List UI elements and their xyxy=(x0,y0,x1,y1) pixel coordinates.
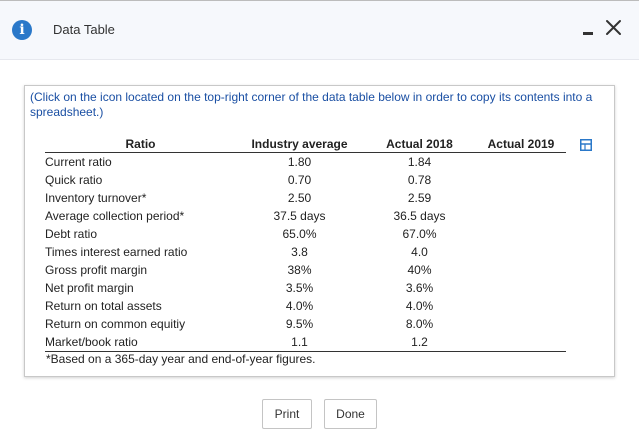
cell-actual-2019 xyxy=(476,189,566,207)
cell-ratio-name: Average collection period* xyxy=(45,209,185,223)
header-industry-average: Industry average xyxy=(236,136,363,153)
data-table-dialog: i Data Table (Click on the icon located … xyxy=(0,0,639,436)
cell-ratio-name: Times interest earned ratio xyxy=(45,245,188,259)
cell-industry-average: 1.1 xyxy=(236,333,363,352)
cell-industry-average: 3.8 xyxy=(291,245,308,259)
header-actual-2019: Actual 2019 xyxy=(476,136,566,153)
title-bar: i Data Table xyxy=(0,1,639,60)
window-title: Data Table xyxy=(53,22,115,37)
cell-actual-2019 xyxy=(476,243,566,261)
cell-actual-2019 xyxy=(476,333,566,352)
cell-industry-average: 4.0% xyxy=(285,299,314,313)
cell-industry-average: 38% xyxy=(287,263,312,277)
table-header-row: Ratio Industry average Actual 2018 Actua… xyxy=(45,136,566,153)
cell-actual-2019 xyxy=(476,261,566,279)
cell-industry-average: 37.5 days xyxy=(273,209,326,223)
table-row: Net profit margin 3.5% 3.6% xyxy=(45,279,566,297)
table-row: Quick ratio 0.70 0.78 xyxy=(45,171,566,189)
instructions-text: (Click on the icon located on the top-ri… xyxy=(30,90,593,119)
cell-ratio-name: Gross profit margin xyxy=(45,263,148,277)
table-row: Current ratio 1.80 1.84 xyxy=(45,153,566,172)
table-row: Return on common equitiy 9.5% 8.0% xyxy=(45,315,566,333)
table-row: Market/book ratio 1.1 1.2 xyxy=(45,333,566,352)
cell-actual-2018: 1.84 xyxy=(407,155,432,169)
cell-actual-2018: 67.0% xyxy=(402,227,437,241)
minimize-button[interactable] xyxy=(579,19,597,41)
cell-industry-average: 1.80 xyxy=(287,155,312,169)
cell-industry-average: 3.5% xyxy=(285,281,314,295)
cell-ratio-name: Return on common equitiy xyxy=(45,317,186,331)
table-footnote: *Based on a 365-day year and end-of-year… xyxy=(46,352,316,366)
cell-ratio-name: Current ratio xyxy=(45,155,112,169)
header-actual-2018: Actual 2018 xyxy=(363,136,476,153)
table-row: Inventory turnover* 2.50 2.59 xyxy=(45,189,566,207)
table-row: Return on total assets 4.0% 4.0% xyxy=(45,297,566,315)
table-row: Debt ratio 65.0% 67.0% xyxy=(45,225,566,243)
table-row: Gross profit margin 38% 40% xyxy=(45,261,566,279)
cell-actual-2018: 1.2 xyxy=(363,333,476,352)
cell-actual-2018: 36.5 days xyxy=(393,209,446,223)
cell-industry-average: 9.5% xyxy=(285,317,314,331)
cell-industry-average: 0.70 xyxy=(287,173,312,187)
cell-ratio-name: Return on total assets xyxy=(45,299,162,313)
copy-to-spreadsheet-icon[interactable] xyxy=(580,139,592,151)
header-ratio: Ratio xyxy=(45,136,236,153)
cell-ratio-name: Net profit margin xyxy=(45,281,134,295)
cell-ratio-name: Market/book ratio xyxy=(45,333,236,352)
cell-actual-2019 xyxy=(476,171,566,189)
cell-actual-2018: 2.59 xyxy=(407,191,432,205)
cell-actual-2019 xyxy=(476,297,566,315)
close-icon xyxy=(606,20,621,35)
cell-actual-2018: 0.78 xyxy=(407,173,432,187)
cell-actual-2019 xyxy=(476,153,566,172)
cell-actual-2019 xyxy=(476,207,566,225)
table-row: Times interest earned ratio 3.8 4.0 xyxy=(45,243,566,261)
table-row: Average collection period* 37.5 days 36.… xyxy=(45,207,566,225)
cell-actual-2019 xyxy=(476,279,566,297)
cell-industry-average: 65.0% xyxy=(282,227,317,241)
info-icon: i xyxy=(12,20,32,40)
minimize-icon xyxy=(583,32,593,35)
cell-actual-2018: 4.0 xyxy=(411,245,428,259)
cell-ratio-name: Debt ratio xyxy=(45,227,98,241)
print-button[interactable]: Print xyxy=(262,399,312,429)
cell-actual-2018: 40% xyxy=(407,263,432,277)
cell-actual-2019 xyxy=(476,225,566,243)
ratio-data-table: Ratio Industry average Actual 2018 Actua… xyxy=(45,136,566,352)
cell-ratio-name: Quick ratio xyxy=(45,173,103,187)
cell-actual-2018: 8.0% xyxy=(405,317,434,331)
close-button[interactable] xyxy=(603,15,625,41)
data-table-panel: (Click on the icon located on the top-ri… xyxy=(24,85,615,377)
cell-actual-2018: 3.6% xyxy=(405,281,434,295)
cell-ratio-name: Inventory turnover* xyxy=(45,191,147,205)
cell-industry-average: 2.50 xyxy=(287,191,312,205)
cell-actual-2018: 4.0% xyxy=(405,299,434,313)
cell-actual-2019 xyxy=(476,315,566,333)
done-button[interactable]: Done xyxy=(324,399,377,429)
